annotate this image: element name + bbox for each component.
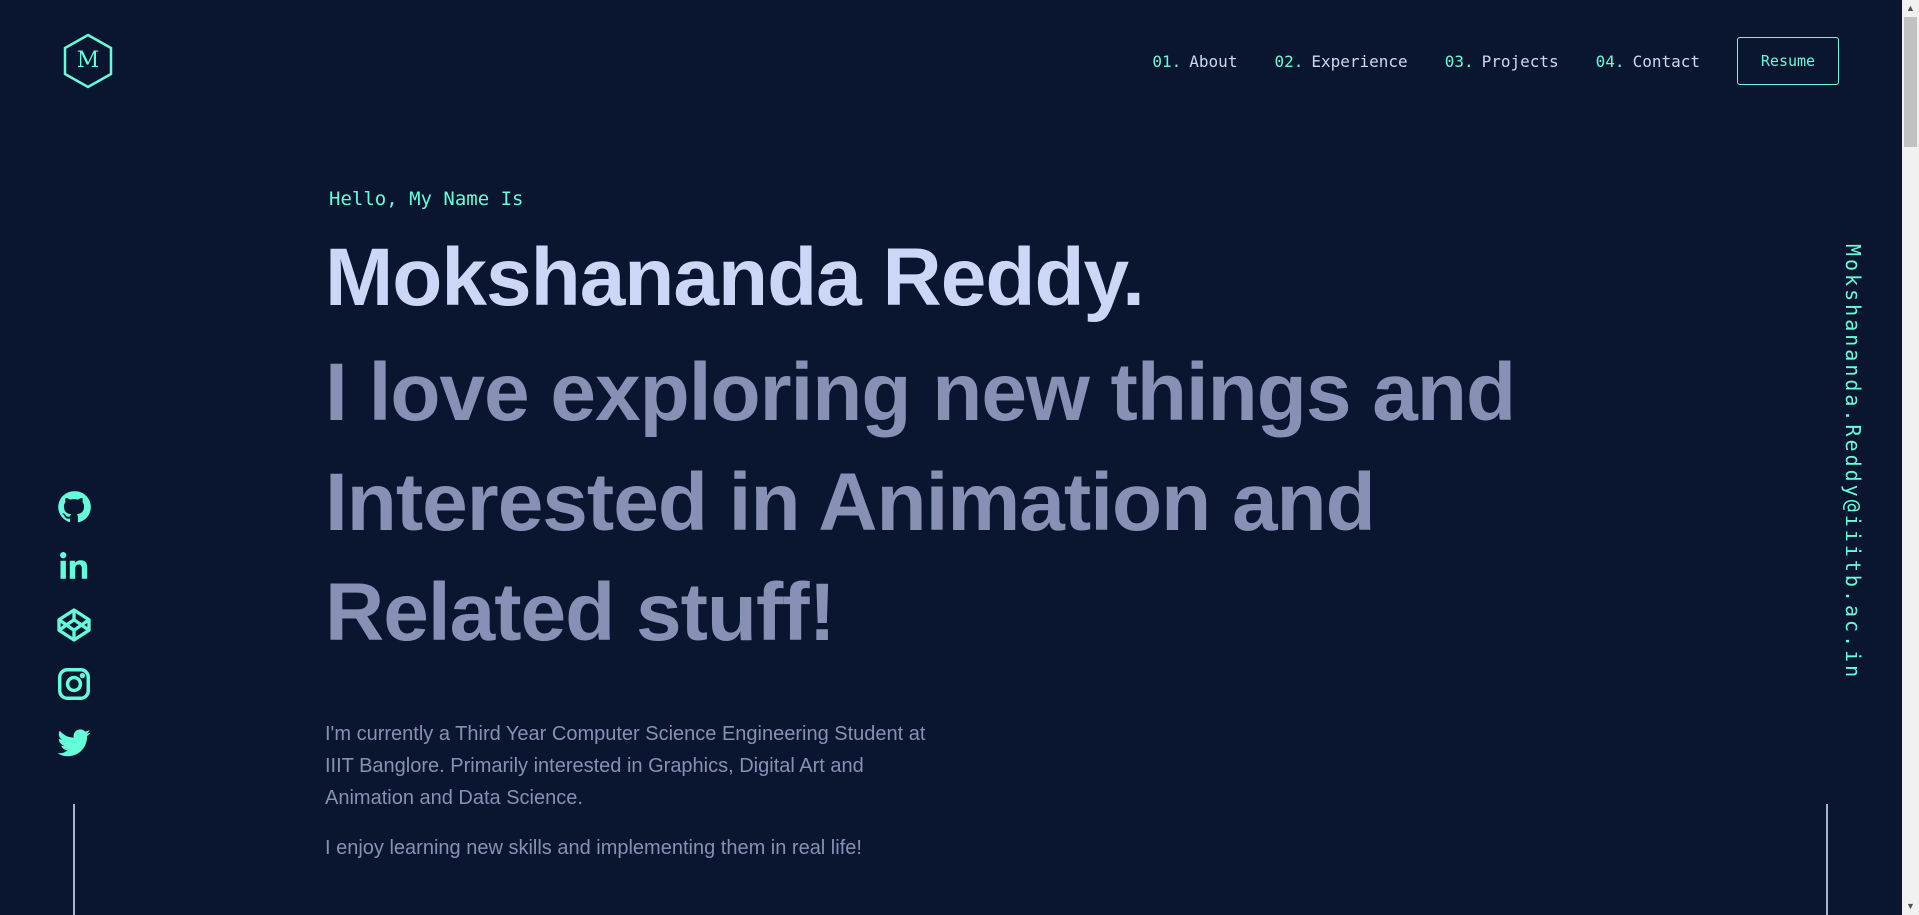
hero-name: Mokshananda Reddy. [325,232,1145,323]
linkedin-icon[interactable] [56,548,92,584]
scroll-up-arrow-icon[interactable]: ▲ [1902,0,1919,17]
nav-about-label: About [1189,51,1238,71]
nav-projects-number: 03. [1444,51,1474,71]
twitter-icon[interactable] [56,725,92,761]
hero-bio-secondary: I enjoy learning new skills and implemen… [325,837,862,859]
nav-projects-label: Projects [1481,51,1559,71]
hero-tagline: I love exploring new things and Interest… [325,338,1625,668]
hero-greeting: Hello, My Name Is [329,188,524,210]
scroll-down-arrow-icon[interactable]: ▼ [1902,898,1919,915]
hero-tagline-line: I love exploring new things and [325,347,1516,438]
hero-bio: I'm currently a Third Year Computer Scie… [325,723,926,809]
nav-experience[interactable]: 02. Experience [1274,52,1407,71]
instagram-icon[interactable] [56,666,92,702]
scrollbar-thumb[interactable] [1904,17,1917,147]
nav-about-number: 01. [1152,51,1182,71]
main-nav: 01. About 02. Experience 03. Projects 04. Co… [1152,36,1839,86]
github-icon[interactable] [56,489,92,525]
social-divider-line [73,804,75,915]
nav-projects[interactable]: 03. Projects [1445,52,1559,71]
resume-button[interactable]: Resume [1737,37,1839,85]
nav-contact-label: Contact [1632,51,1700,71]
hero-tagline-line: Related stuff! [325,567,836,658]
nav-contact-number: 04. [1595,51,1625,71]
nav-experience-number: 02. [1274,51,1304,71]
hero-tagline-line: Interested in Animation and [325,457,1376,548]
email-link[interactable]: Mokshananda.Reddy@iiitb.ac.in [1841,244,1865,680]
nav-about[interactable]: 01. About [1152,52,1237,71]
email-sidebar: Mokshananda.Reddy@iiitb.ac.in [1841,244,1871,680]
page-scrollbar[interactable]: ▲ ▼ [1902,0,1919,915]
codepen-icon[interactable] [56,607,92,643]
logo[interactable]: M [62,33,114,89]
nav-contact[interactable]: 04. Contact [1596,52,1700,71]
social-links [56,489,92,784]
email-divider-line [1826,804,1828,915]
logo-letter: M [76,48,100,73]
nav-experience-label: Experience [1311,51,1408,71]
